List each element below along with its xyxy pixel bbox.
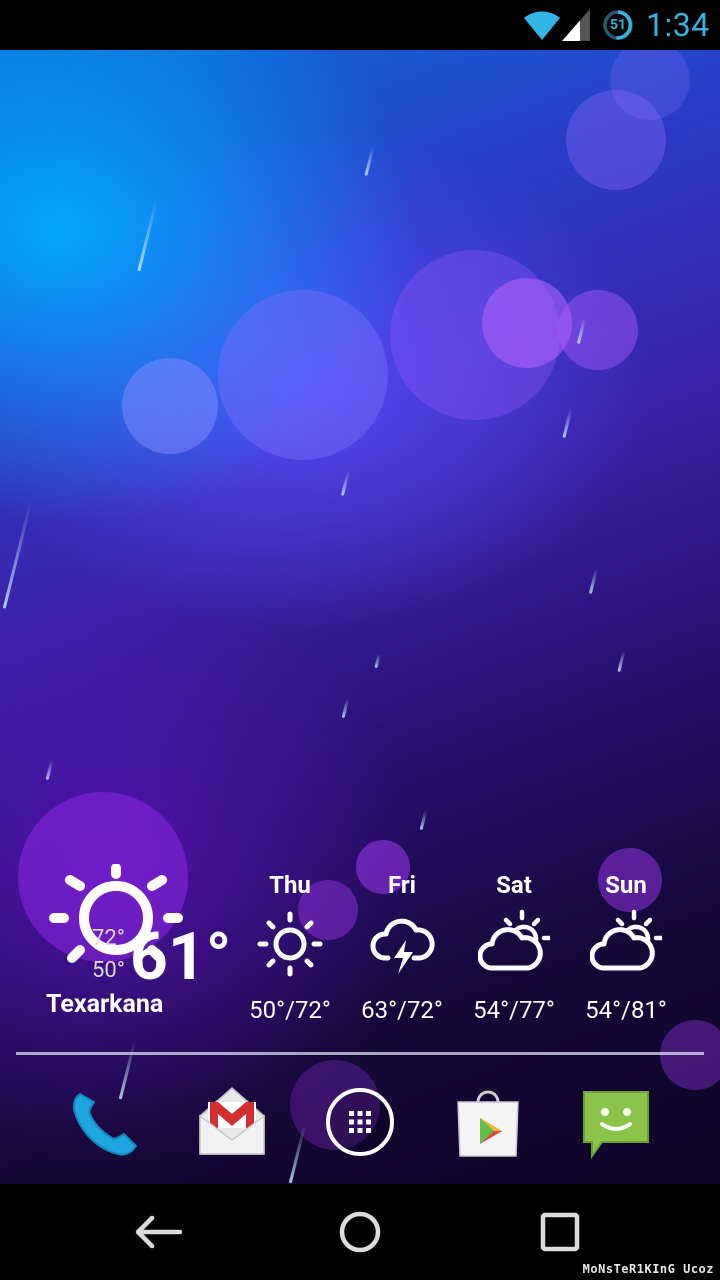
rain-streak <box>562 408 573 438</box>
city-name: Texarkana <box>46 990 164 1019</box>
forecast-day-label: Fri <box>387 871 416 899</box>
today-low-temp: 50° <box>92 958 125 983</box>
forecast-day: Thu 50°/72° <box>234 866 346 1024</box>
bokeh-light <box>660 1020 720 1090</box>
dock-all-apps-button[interactable] <box>320 1082 400 1162</box>
phone-icon <box>72 1092 138 1156</box>
back-icon <box>135 1215 183 1249</box>
rain-streak <box>364 146 375 176</box>
dock-play-store-app[interactable] <box>448 1082 528 1162</box>
rain-streak <box>374 653 381 669</box>
rain-streak <box>340 470 351 496</box>
rain-streak <box>45 759 54 781</box>
forecast-day-label: Sat <box>496 871 532 899</box>
play-store-icon <box>457 1090 519 1157</box>
thunderstorm-icon <box>370 918 435 974</box>
rain-streak <box>2 501 33 609</box>
bokeh-light <box>610 50 690 120</box>
navigation-bar: MoNsTeR1KInG Ucoz <box>0 1184 720 1280</box>
dock-gmail-app[interactable] <box>192 1082 272 1162</box>
rain-streak <box>341 697 350 719</box>
bokeh-light <box>218 290 388 460</box>
rain-streak <box>588 568 599 594</box>
recents-button[interactable] <box>520 1196 600 1268</box>
rain-streak <box>617 649 626 673</box>
back-button[interactable] <box>118 1196 198 1268</box>
recents-icon <box>540 1212 580 1252</box>
rain-streak <box>137 200 158 272</box>
clock-time: 1:34 <box>646 6 710 44</box>
cell-signal-icon <box>562 9 590 41</box>
dock-messaging-app[interactable] <box>576 1082 656 1162</box>
bokeh-light <box>558 290 638 370</box>
bokeh-light <box>122 358 218 454</box>
today-high-temp: 72° <box>92 926 125 951</box>
forecast-temps: 63°/72° <box>361 996 443 1024</box>
sun-icon <box>257 911 323 977</box>
partly-cloudy-icon <box>478 909 550 971</box>
battery-level-text: 51 <box>609 17 627 33</box>
status-bar[interactable]: 51 1:34 <box>0 0 720 50</box>
messaging-icon <box>583 1091 649 1160</box>
rain-streak <box>419 809 428 831</box>
partly-cloudy-icon <box>590 909 662 971</box>
home-icon <box>339 1211 381 1253</box>
forecast-temps: 50°/72° <box>249 996 331 1024</box>
dock-phone-app[interactable] <box>64 1082 144 1162</box>
gmail-icon <box>199 1087 265 1155</box>
all-apps-icon <box>326 1088 394 1156</box>
forecast-temps: 54°/81° <box>585 996 667 1024</box>
forecast-day-label: Thu <box>269 871 311 899</box>
current-temperature: 61° <box>130 919 232 996</box>
watermark-text: MoNsTeR1KInG Ucoz <box>582 1262 714 1276</box>
forecast-day: Sun 54°/81° <box>570 866 682 1024</box>
forecast-day: Fri 63°/72° <box>346 866 458 1024</box>
forecast-temps: 54°/77° <box>473 996 555 1024</box>
forecast-day: Sat 54°/77° <box>458 866 570 1024</box>
home-button[interactable] <box>320 1196 400 1268</box>
wifi-icon <box>524 11 560 40</box>
forecast-day-label: Sun <box>605 871 647 899</box>
dock-divider <box>16 1052 704 1055</box>
rain-streak <box>288 1124 307 1184</box>
